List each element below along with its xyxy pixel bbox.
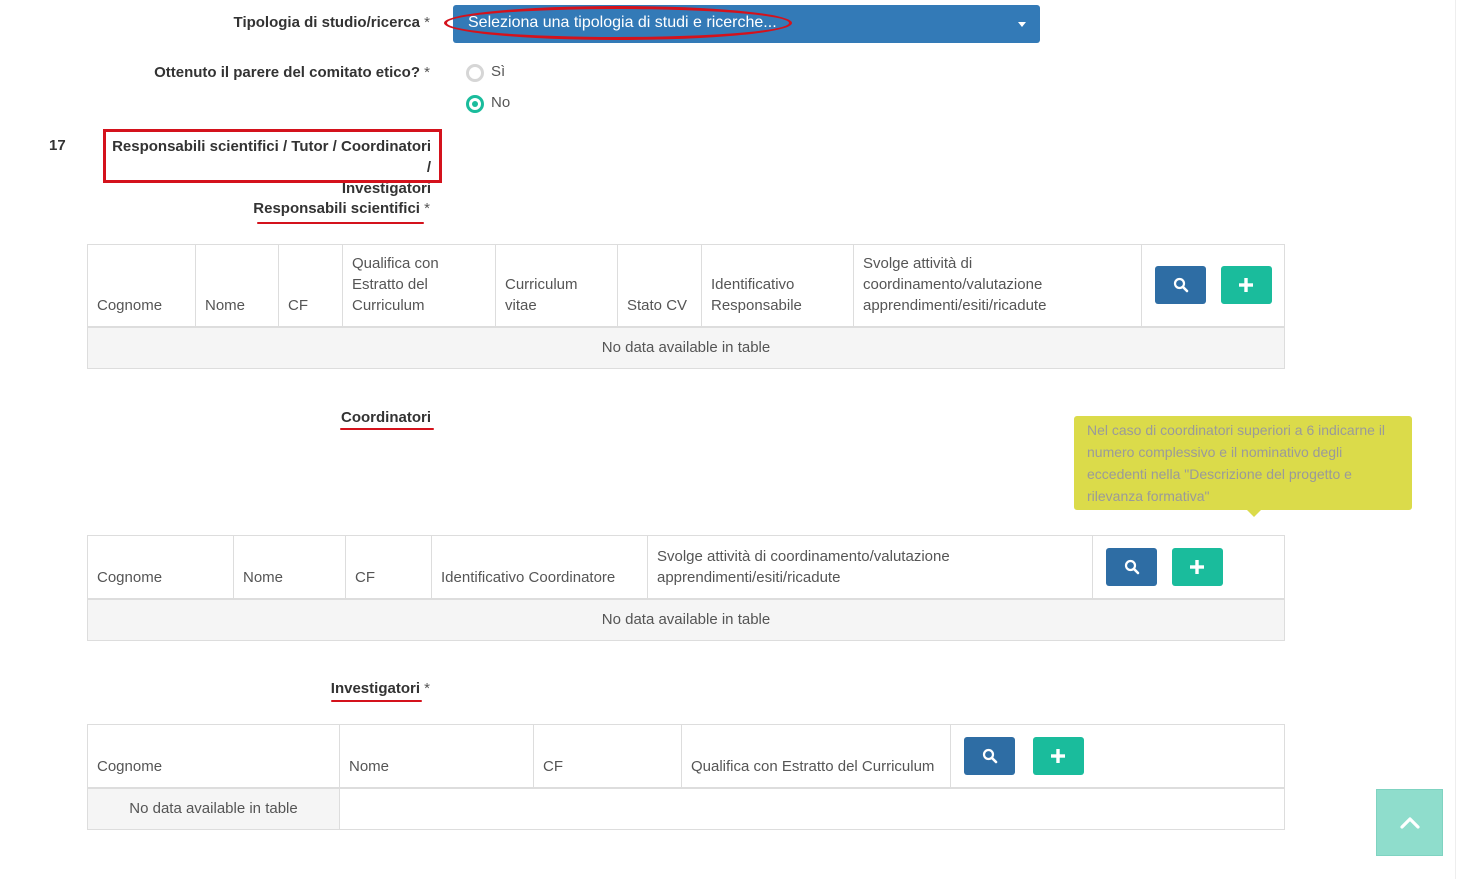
table-row: No data available in table bbox=[87, 598, 1285, 641]
section-number: 17 bbox=[49, 137, 66, 154]
empty-cell bbox=[339, 787, 1285, 830]
column-header[interactable]: Identificativo Coordinatore bbox=[431, 535, 648, 600]
investigatori-table: Cognome Nome CF Qualifica con Estratto d… bbox=[87, 724, 1285, 830]
radio-label: No bbox=[491, 94, 511, 111]
plus-icon bbox=[1051, 748, 1066, 763]
actions-header bbox=[950, 724, 1285, 789]
table-header-row: Cognome Nome CF Qualifica con Estratto d… bbox=[87, 244, 1285, 328]
parere-label: Ottenuto il parere del comitato etico? * bbox=[100, 64, 430, 81]
empty-table-message: No data available in table bbox=[87, 787, 340, 830]
column-header[interactable]: CF bbox=[533, 724, 682, 789]
scroll-to-top-button[interactable] bbox=[1376, 789, 1443, 856]
search-icon bbox=[1124, 559, 1139, 575]
required-mark: * bbox=[424, 14, 430, 31]
table-row: No data available in table bbox=[87, 326, 1285, 369]
chevron-up-icon bbox=[1400, 817, 1420, 829]
add-button[interactable] bbox=[1220, 266, 1272, 305]
page-edge bbox=[1455, 0, 1456, 879]
annotation-underline bbox=[331, 700, 422, 702]
search-icon bbox=[982, 748, 997, 764]
coordinatori-heading-text: Coordinatori bbox=[341, 409, 431, 426]
annotation-underline bbox=[340, 428, 434, 430]
annotation-underline bbox=[257, 222, 424, 224]
column-header[interactable]: Qualifica con Estratto del Curriculum bbox=[681, 724, 951, 789]
actions-header bbox=[1092, 535, 1285, 600]
column-header[interactable]: Stato CV bbox=[617, 244, 702, 328]
responsabili-heading: Responsabili scientifici * bbox=[150, 200, 430, 217]
parere-label-text: Ottenuto il parere del comitato etico? bbox=[154, 64, 420, 81]
plus-icon bbox=[1190, 559, 1205, 574]
column-header[interactable]: Curriculum vitae bbox=[495, 244, 618, 328]
radio-option-si[interactable]: Sì bbox=[466, 62, 526, 84]
add-button[interactable] bbox=[1171, 547, 1223, 586]
column-header[interactable]: Nome bbox=[339, 724, 534, 789]
actions-header bbox=[1141, 244, 1285, 328]
column-header[interactable]: CF bbox=[278, 244, 343, 328]
column-header[interactable]: Svolge attività di coordinamento/valutaz… bbox=[647, 535, 1093, 600]
search-button[interactable] bbox=[964, 736, 1016, 775]
search-button[interactable] bbox=[1106, 547, 1158, 586]
annotation-oval bbox=[444, 6, 792, 40]
table-header-row: Cognome Nome CF Identificativo Coordinat… bbox=[87, 535, 1285, 600]
coordinatori-heading: Coordinatori bbox=[150, 409, 431, 426]
tipologia-label-text: Tipologia di studio/ricerca bbox=[233, 14, 420, 31]
column-header[interactable]: Nome bbox=[233, 535, 346, 600]
radio-button-checked[interactable] bbox=[466, 95, 484, 113]
coordinatori-table: Cognome Nome CF Identificativo Coordinat… bbox=[87, 535, 1285, 641]
empty-table-message: No data available in table bbox=[87, 598, 1285, 641]
responsabili-heading-text: Responsabili scientifici bbox=[253, 200, 420, 217]
coordinatori-tooltip: Nel caso di coordinatori superiori a 6 i… bbox=[1074, 416, 1412, 517]
radio-label: Sì bbox=[491, 63, 506, 80]
required-mark: * bbox=[424, 64, 430, 81]
tooltip-text: Nel caso di coordinatori superiori a 6 i… bbox=[1087, 422, 1386, 504]
table-row: No data available in table bbox=[87, 787, 1285, 830]
column-header[interactable]: Nome bbox=[195, 244, 279, 328]
empty-table-message: No data available in table bbox=[87, 326, 1285, 369]
table-header-row: Cognome Nome CF Qualifica con Estratto d… bbox=[87, 724, 1285, 789]
column-header[interactable]: Cognome bbox=[87, 724, 340, 789]
search-icon bbox=[1173, 278, 1188, 293]
column-header[interactable]: Svolge attività di coordinamento/valutaz… bbox=[853, 244, 1142, 328]
annotation-box bbox=[103, 129, 442, 183]
caret-down-icon bbox=[1018, 22, 1026, 27]
required-mark: * bbox=[424, 200, 430, 217]
column-header[interactable]: CF bbox=[345, 535, 432, 600]
plus-icon bbox=[1239, 278, 1254, 293]
column-header[interactable]: Cognome bbox=[87, 244, 196, 328]
radio-button[interactable] bbox=[466, 64, 484, 82]
investigatori-heading: Investigatori * bbox=[150, 680, 430, 697]
column-header[interactable]: Identificativo Responsabile bbox=[701, 244, 854, 328]
search-button[interactable] bbox=[1155, 266, 1207, 305]
investigatori-heading-text: Investigatori bbox=[330, 680, 420, 697]
tipologia-label: Tipologia di studio/ricerca * bbox=[150, 14, 430, 31]
column-header[interactable]: Cognome bbox=[87, 535, 234, 600]
required-mark: * bbox=[424, 680, 430, 697]
responsabili-table: Cognome Nome CF Qualifica con Estratto d… bbox=[87, 244, 1285, 369]
column-header[interactable]: Qualifica con Estratto del Curriculum bbox=[342, 244, 496, 328]
radio-option-no[interactable]: No bbox=[466, 93, 526, 115]
add-button[interactable] bbox=[1032, 736, 1084, 775]
